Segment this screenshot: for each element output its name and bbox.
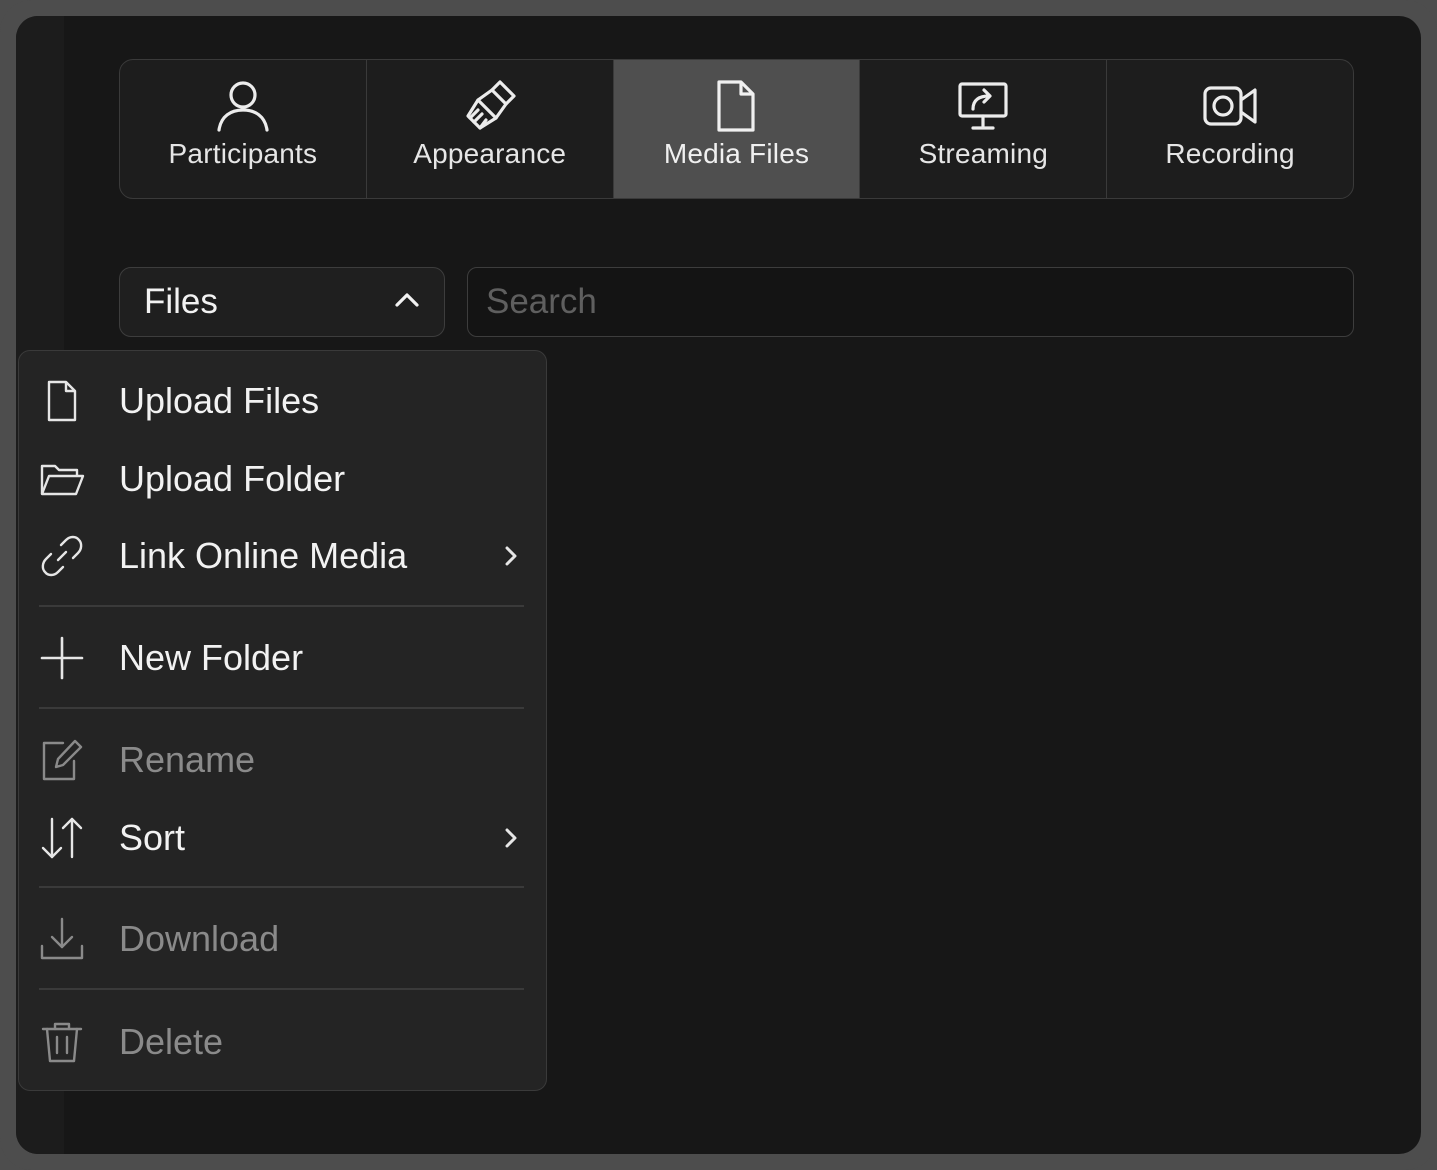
menu-item-upload-files[interactable]: Upload Files <box>19 369 545 433</box>
menu-item-label: New Folder <box>119 637 304 678</box>
sort-icon <box>39 815 85 861</box>
menu-item-label: Upload Files <box>119 380 320 421</box>
link-icon <box>39 533 85 579</box>
tab-label: Participants <box>168 138 318 169</box>
menu-item-delete[interactable]: Delete <box>19 1010 545 1074</box>
tab-label: Appearance <box>413 138 567 169</box>
download-icon <box>39 916 85 962</box>
tab-recording[interactable]: Recording <box>1107 60 1353 198</box>
tab-media-files[interactable]: Media Files <box>613 60 861 198</box>
file-icon <box>706 76 766 136</box>
menu-item-label: Link Online Media <box>119 535 408 576</box>
trash-icon <box>39 1019 85 1065</box>
folder-open-icon <box>39 456 85 502</box>
monitor-share-icon <box>953 76 1013 136</box>
app-frame: Participants Appearance Media Files Stre… <box>0 0 1437 1170</box>
search-input[interactable] <box>467 267 1354 337</box>
menu-item-rename[interactable]: Rename <box>19 728 545 792</box>
tab-streaming[interactable]: Streaming <box>860 60 1108 198</box>
tab-participants[interactable]: Participants <box>120 60 367 198</box>
chevron-right-icon <box>499 824 523 857</box>
plus-icon <box>39 635 85 681</box>
menu-divider <box>39 707 524 709</box>
files-dropdown[interactable]: Files <box>119 267 445 337</box>
tab-label: Media Files <box>663 138 810 169</box>
edit-icon <box>39 737 85 783</box>
menu-item-label: Download <box>119 918 280 959</box>
files-context-menu: Upload Files Upload Folder Link Online M… <box>18 350 547 1091</box>
tab-bar: Participants Appearance Media Files Stre… <box>119 59 1354 199</box>
menu-item-link-online-media[interactable]: Link Online Media <box>19 524 545 588</box>
tab-label: Streaming <box>918 138 1048 169</box>
menu-item-upload-folder[interactable]: Upload Folder <box>19 447 545 511</box>
menu-item-label: Rename <box>119 739 256 780</box>
menu-divider <box>39 886 524 888</box>
menu-item-label: Delete <box>119 1021 224 1062</box>
person-icon <box>213 76 273 136</box>
menu-item-label: Upload Folder <box>119 458 346 499</box>
video-camera-icon <box>1200 76 1260 136</box>
menu-item-sort[interactable]: Sort <box>19 806 545 870</box>
file-icon <box>39 378 85 424</box>
tab-appearance[interactable]: Appearance <box>367 60 614 198</box>
paintbrush-icon <box>460 76 520 136</box>
chevron-right-icon <box>499 542 523 575</box>
media-panel-window: Participants Appearance Media Files Stre… <box>16 16 1421 1154</box>
tab-label: Recording <box>1165 138 1295 169</box>
menu-item-download[interactable]: Download <box>19 907 545 971</box>
menu-item-label: Sort <box>119 817 186 858</box>
menu-divider <box>39 988 524 990</box>
menu-divider <box>39 605 524 607</box>
chevron-up-icon <box>392 285 422 320</box>
files-dropdown-value: Files <box>144 282 218 321</box>
menu-item-new-folder[interactable]: New Folder <box>19 626 545 690</box>
